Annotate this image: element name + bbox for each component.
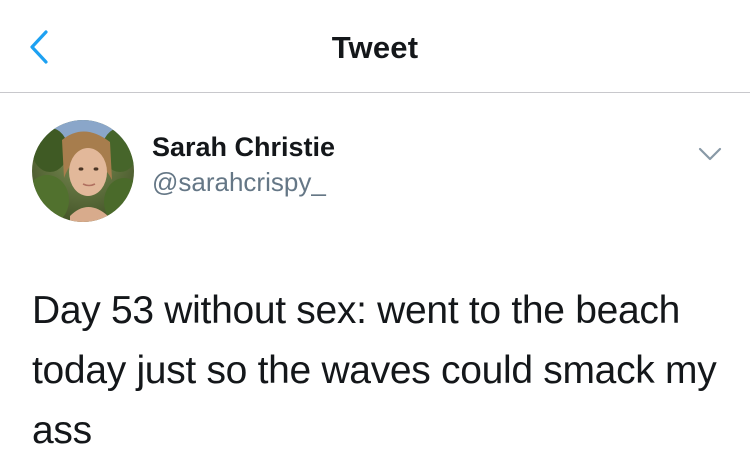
avatar[interactable] — [32, 120, 134, 222]
chevron-down-icon — [698, 147, 722, 161]
author-handle: @sarahcrispy_ — [152, 167, 326, 197]
tweet-options-button[interactable] — [690, 139, 730, 169]
author-info[interactable]: Sarah Christie @sarahcrispy_ — [152, 131, 335, 199]
page-title: Tweet — [331, 30, 419, 65]
tweet-header: Sarah Christie @sarahcrispy_ — [0, 93, 750, 243]
author-display-name: Sarah Christie — [152, 132, 336, 162]
tweet-text: Day 53 without sex: went to the beach to… — [32, 289, 717, 452]
navigation-bar: Tweet — [0, 0, 750, 93]
